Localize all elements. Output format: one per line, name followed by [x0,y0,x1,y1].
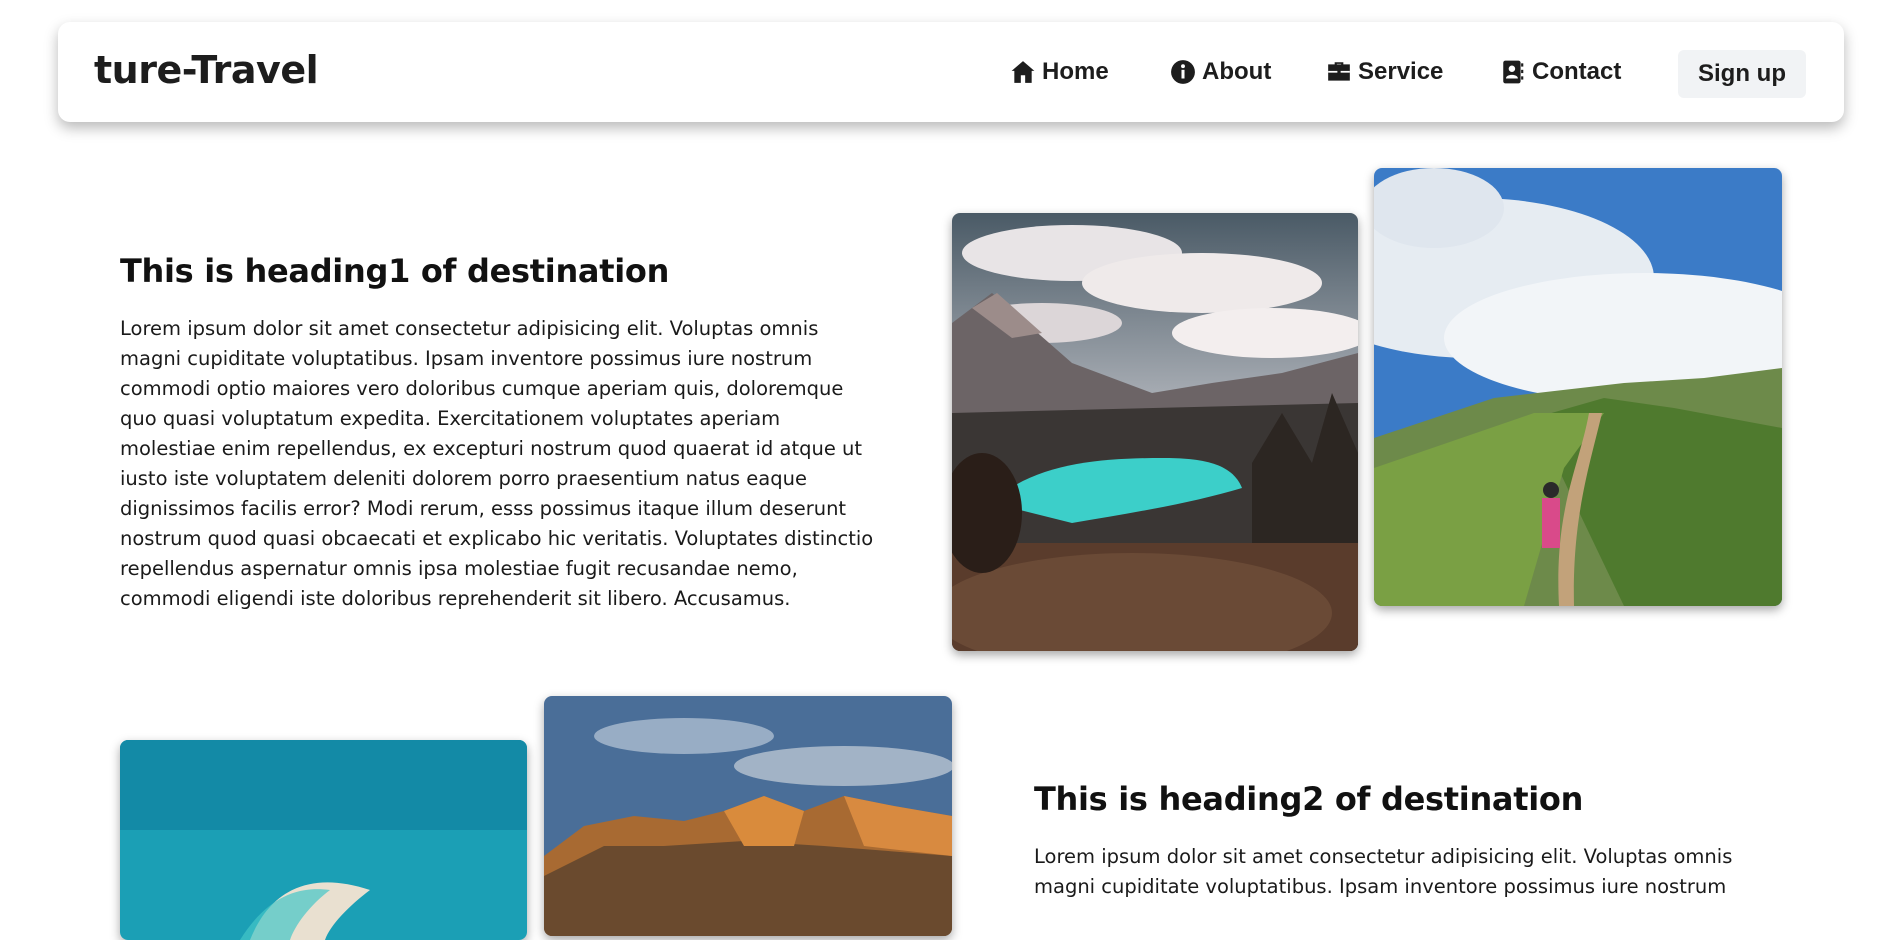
beach-aerial-image [120,740,527,940]
briefcase-icon [1328,62,1350,81]
nav-item-label: Home [1042,58,1109,85]
section-heading-1: This is heading1 of destination [120,252,670,290]
nav-item-about[interactable]: About [1170,56,1271,88]
section-heading-2: This is heading2 of destination [1034,780,1584,818]
nav-item-label: About [1202,58,1272,85]
home-icon [1011,61,1035,83]
nav-item-label: Service [1358,58,1444,85]
mountain-lake-image [952,213,1358,651]
signup-button[interactable]: Sign up [1678,50,1806,98]
section-text-1: Lorem ipsum dolor sit amet consectetur a… [120,317,874,610]
nav-item-label: Contact [1532,58,1622,85]
brand-logo[interactable]: ture-Travel [94,48,319,92]
nav-item-contact[interactable]: Contact [1500,56,1621,88]
cliff-sunset-image [544,696,952,936]
hiking-trail-image [1374,168,1782,606]
navbar: ture-Travel Home About Service Contact S… [58,22,1844,122]
address-book-icon [1503,60,1524,84]
nav-item-service[interactable]: Service [1326,56,1443,88]
section-text-2: Lorem ipsum dolor sit amet consectetur a… [1034,845,1733,898]
nav-item-home[interactable]: Home [1010,56,1109,88]
info-circle-icon [1171,60,1195,84]
